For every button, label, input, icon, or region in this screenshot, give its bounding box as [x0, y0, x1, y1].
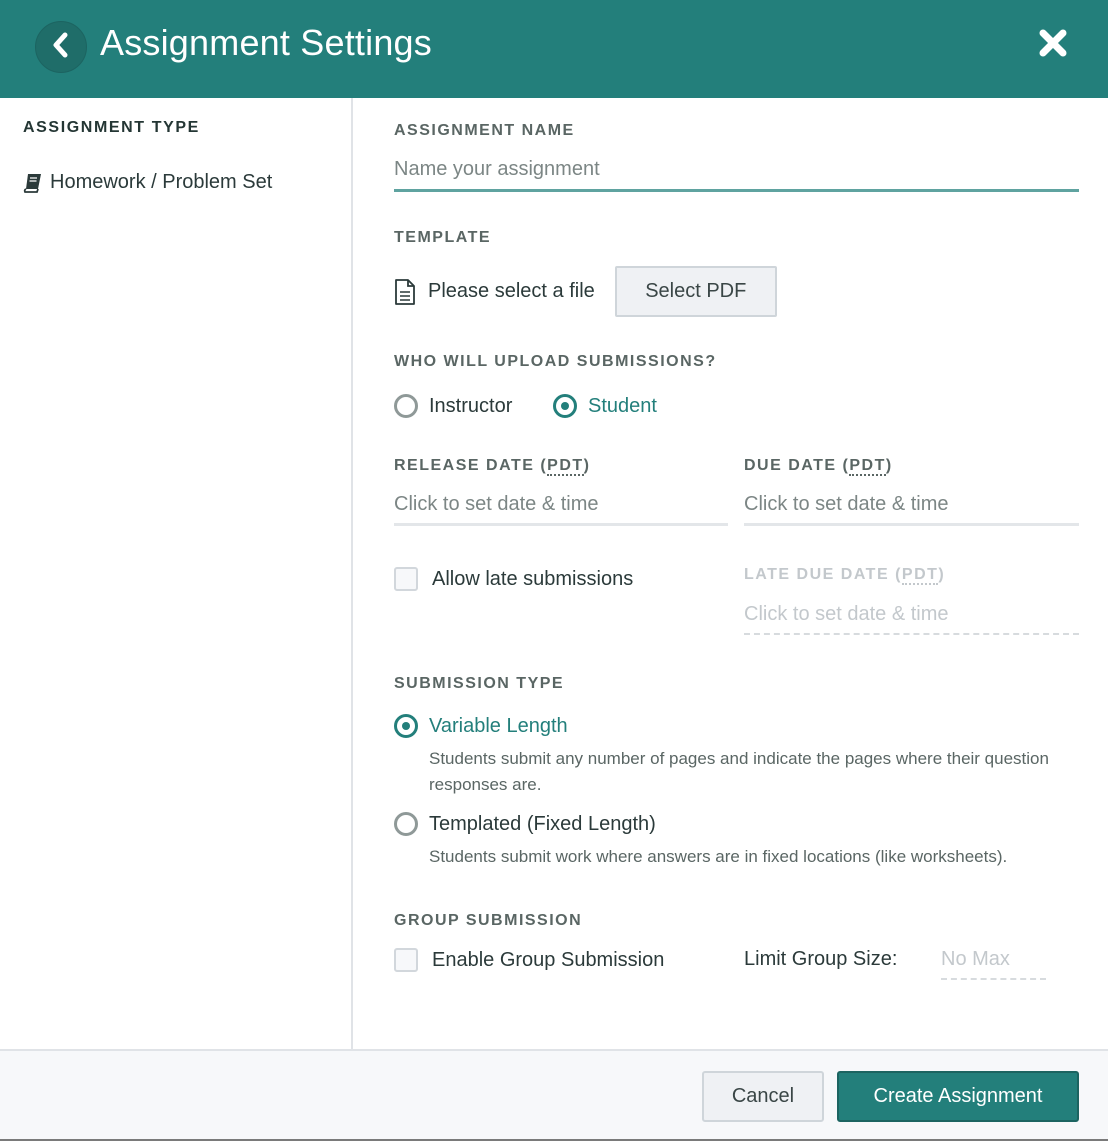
- close-icon: [1039, 29, 1067, 62]
- templated-description: Students submit work where answers are i…: [429, 847, 1008, 866]
- variable-length-description: Students submit any number of pages and …: [429, 749, 1049, 794]
- radio-label: Instructor: [429, 394, 513, 417]
- sidebar: ASSIGNMENT TYPE Homework / Problem Set: [0, 98, 353, 1049]
- sidebar-heading: ASSIGNMENT TYPE: [23, 119, 200, 136]
- submission-type-label: SUBMISSION TYPE: [394, 675, 565, 692]
- label-text: RELEASE DATE (: [394, 457, 548, 474]
- label-text: ): [583, 457, 591, 474]
- radio-button[interactable]: [394, 394, 418, 418]
- allow-late-checkbox[interactable]: [394, 567, 418, 591]
- limit-group-size-input[interactable]: [941, 946, 1046, 980]
- settings-form: ASSIGNMENT NAME TEMPLATE Please select a…: [355, 98, 1108, 1049]
- cancel-button[interactable]: Cancel: [702, 1071, 824, 1122]
- radio-label: Variable Length: [429, 714, 568, 737]
- allow-late-checkbox-row[interactable]: Allow late submissions: [394, 567, 633, 591]
- create-assignment-button[interactable]: Create Assignment: [837, 1071, 1079, 1122]
- assignment-name-input[interactable]: [394, 158, 1079, 192]
- enable-group-checkbox[interactable]: [394, 948, 418, 972]
- book-icon: [23, 173, 43, 193]
- page-title: Assignment Settings: [100, 22, 432, 63]
- late-due-date-label: LATE DUE DATE (PDT): [744, 566, 946, 585]
- radio-variable-length[interactable]: Variable Length: [394, 714, 568, 738]
- limit-group-size-label: Limit Group Size:: [744, 948, 898, 970]
- radio-student[interactable]: Student: [553, 394, 657, 418]
- due-date-input[interactable]: [744, 494, 1079, 526]
- label-text: DUE DATE (: [744, 457, 850, 474]
- group-submission-label: GROUP SUBMISSION: [394, 912, 583, 929]
- label-text: ): [938, 566, 946, 583]
- radio-label: Templated (Fixed Length): [429, 812, 656, 835]
- template-file-row: Please select a file Select PDF: [394, 266, 777, 317]
- radio-button[interactable]: [394, 812, 418, 836]
- release-date-input[interactable]: [394, 494, 728, 526]
- label-text: LATE DUE DATE (: [744, 566, 902, 583]
- select-pdf-button[interactable]: Select PDF: [614, 266, 777, 317]
- radio-button-checked[interactable]: [553, 394, 577, 418]
- sidebar-item-homework[interactable]: Homework / Problem Set: [23, 171, 272, 194]
- close-button[interactable]: [1036, 28, 1070, 62]
- uploader-label: WHO WILL UPLOAD SUBMISSIONS?: [394, 353, 717, 370]
- assignment-name-label: ASSIGNMENT NAME: [394, 122, 575, 139]
- enable-group-checkbox-row[interactable]: Enable Group Submission: [394, 948, 664, 972]
- enable-group-label: Enable Group Submission: [432, 948, 665, 971]
- release-date-label: RELEASE DATE (PDT): [394, 457, 591, 476]
- file-text-icon: [394, 278, 416, 305]
- radio-templated[interactable]: Templated (Fixed Length): [394, 812, 656, 836]
- radio-instructor[interactable]: Instructor: [394, 394, 512, 418]
- label-text: ): [885, 457, 893, 474]
- modal-footer: Cancel Create Assignment: [0, 1049, 1108, 1141]
- allow-late-label: Allow late submissions: [432, 567, 634, 590]
- file-status: Please select a file: [428, 280, 595, 302]
- timezone-abbr[interactable]: PDT: [849, 457, 886, 476]
- chevron-left-icon: [50, 32, 72, 63]
- due-date-label: DUE DATE (PDT): [744, 457, 893, 476]
- sidebar-item-label: Homework / Problem Set: [50, 171, 273, 193]
- modal-header: Assignment Settings: [0, 0, 1108, 98]
- template-label: TEMPLATE: [394, 229, 492, 246]
- back-button[interactable]: [35, 21, 87, 73]
- timezone-abbr[interactable]: PDT: [547, 457, 584, 476]
- radio-button-checked[interactable]: [394, 714, 418, 738]
- timezone-abbr: PDT: [901, 566, 939, 585]
- late-due-date-input: [744, 603, 1079, 635]
- radio-label: Student: [588, 394, 657, 417]
